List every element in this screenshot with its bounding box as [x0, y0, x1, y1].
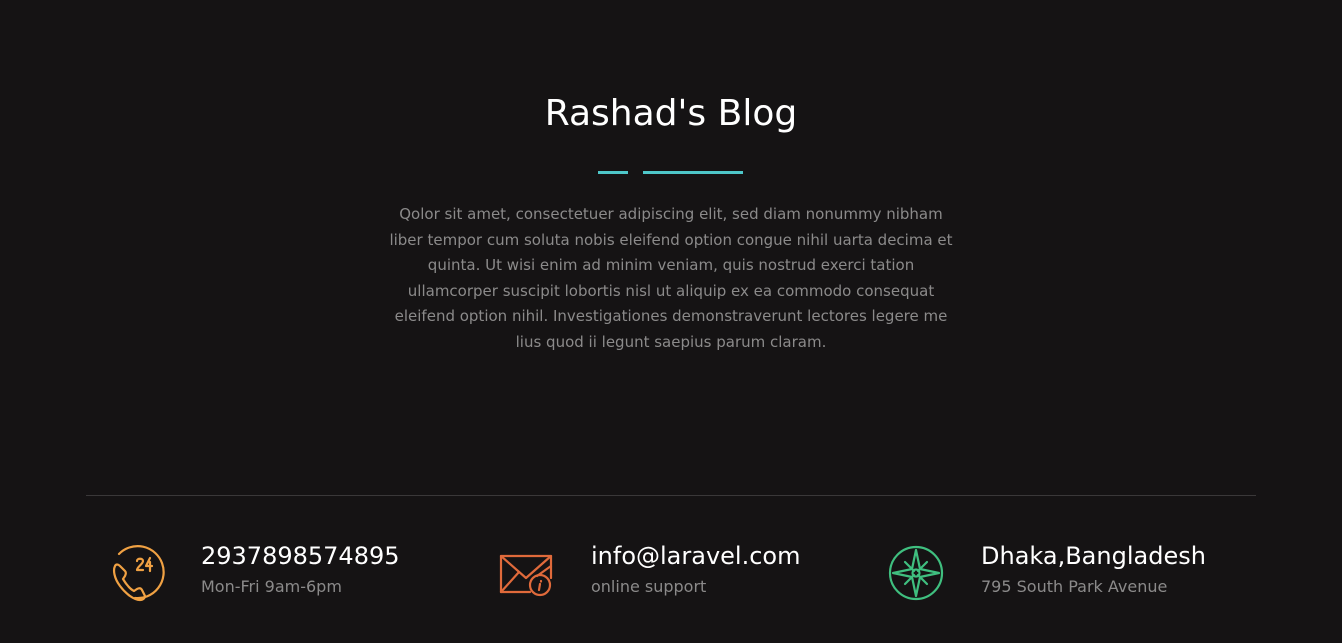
- contact-phone: 2937898574895 Mon-Fri 9am-6pm: [107, 540, 467, 606]
- title-divider: [598, 171, 744, 174]
- contact-email-value: info@laravel.com: [591, 542, 801, 570]
- contact-location-caption: 795 South Park Avenue: [981, 577, 1168, 596]
- footer-divider: [86, 495, 1256, 496]
- contact-email: info@laravel.com online support: [497, 540, 857, 606]
- contact-phone-caption: Mon-Fri 9am-6pm: [201, 577, 342, 596]
- page: Rashad's Blog Qolor sit amet, consectetu…: [0, 0, 1342, 643]
- divider-long-segment: [643, 171, 743, 174]
- contact-location: Dhaka,Bangladesh 795 South Park Avenue: [887, 540, 1287, 606]
- page-title: Rashad's Blog: [544, 93, 798, 134]
- contact-email-caption: online support: [591, 577, 707, 596]
- contact-phone-value: 2937898574895: [201, 542, 400, 570]
- intro-paragraph: Qolor sit amet, consectetuer adipiscing …: [389, 205, 953, 351]
- compass-icon: [887, 540, 947, 606]
- divider-short-segment: [598, 171, 628, 174]
- mail-info-icon: [497, 540, 557, 606]
- phone-24-icon: [107, 540, 167, 606]
- contact-location-value: Dhaka,Bangladesh: [981, 542, 1206, 570]
